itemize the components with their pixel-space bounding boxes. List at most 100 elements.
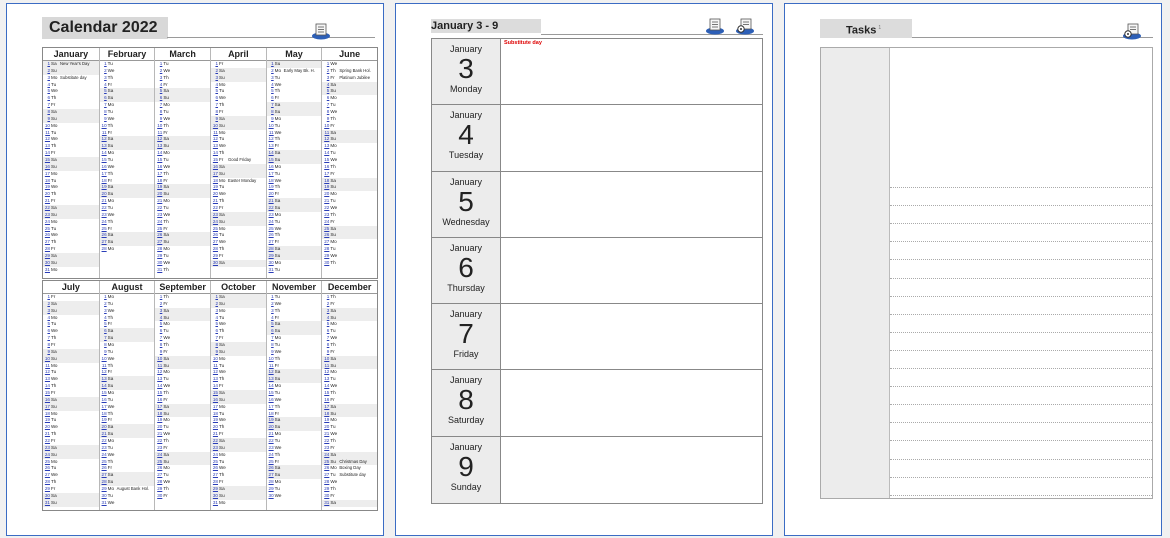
day-number[interactable]: 26 [100,232,107,239]
day-number[interactable]: 23 [43,212,50,219]
day-number[interactable]: 16 [43,164,50,171]
day-number[interactable]: 21 [43,198,50,205]
day-row[interactable]: 9Mo [267,116,322,123]
day-number[interactable]: 9 [267,116,274,123]
day-number[interactable]: 29 [211,486,218,493]
day-number[interactable]: 15 [155,390,162,397]
day-number[interactable]: 2 [211,301,218,308]
day-number[interactable]: 17 [267,404,274,411]
day-row[interactable]: 27Th [43,239,99,246]
day-number[interactable]: 1 [100,294,107,301]
day-number[interactable]: 16 [43,397,50,404]
task-line[interactable] [890,494,1152,496]
day-row[interactable]: 2Mo Early May Bk. H. [267,68,322,75]
day-row[interactable]: 16We [267,397,322,404]
day-row[interactable]: 15We [322,157,377,164]
day-number[interactable]: 1 [322,61,330,68]
day-row[interactable]: 9We [267,349,322,356]
day-row[interactable]: 23Mo [267,212,322,219]
day-number[interactable]: 27 [211,239,218,246]
day-row[interactable]: 31Su [43,499,99,507]
day-number[interactable]: 30 [322,493,329,500]
day-number[interactable]: 4 [100,82,107,89]
day-number[interactable]: 9 [43,349,50,356]
day-number[interactable]: 17 [100,404,107,411]
day-row[interactable]: 15Th [322,390,377,397]
day-number[interactable]: 14 [211,383,218,390]
day-row[interactable]: 9Tu [100,349,155,356]
day-number[interactable]: 12 [43,369,50,376]
day-row[interactable]: 12Su [322,136,377,144]
day-number[interactable]: 10 [322,123,329,130]
day-number[interactable]: 25 [43,459,50,466]
day-number[interactable]: 9 [100,349,107,356]
day-number[interactable]: 8 [267,109,274,116]
day-row[interactable]: 12Mo [322,369,377,376]
day-number[interactable]: 15 [155,157,162,164]
day-row[interactable]: 13We [211,143,266,150]
day-row[interactable]: 11Tu [211,363,266,370]
day-number[interactable]: 12 [100,136,107,143]
day-number[interactable]: 12 [211,369,218,376]
day-number[interactable]: 30 [43,260,50,267]
day-number[interactable]: 7 [267,102,274,109]
task-line[interactable] [890,223,1152,225]
day-number[interactable]: 10 [100,123,107,130]
day-row[interactable]: 26Mo [155,465,210,472]
day-number[interactable]: 5 [267,88,274,95]
day-number[interactable]: 23 [322,212,329,219]
day-row[interactable]: 6Th [43,95,99,102]
day-number[interactable]: 26 [43,232,50,239]
day-number[interactable]: 3 [322,308,330,315]
day-row[interactable]: 11Sa [322,129,377,137]
day-row[interactable]: 28Sa [266,246,322,254]
day-number[interactable]: 15 [100,157,107,164]
day-row[interactable]: 21Mo [100,198,155,205]
day-row[interactable]: 7We [155,335,210,342]
day-number[interactable]: 16 [211,164,218,171]
day-row[interactable]: 21Fr [43,198,99,205]
day-row[interactable]: 9Su [43,115,99,123]
day-number[interactable]: 9 [43,116,50,123]
day-row[interactable]: 1Th [155,294,210,301]
day-row[interactable]: 8Th [155,342,210,349]
day-row[interactable]: 18Sa [322,177,377,185]
day-number[interactable]: 14 [43,383,50,390]
day-row[interactable]: 12Fr [100,369,155,376]
day-number[interactable]: 4 [211,82,218,89]
day-number[interactable]: 19 [155,184,162,191]
day-row[interactable]: 27Su [155,239,210,247]
day-number[interactable]: 3 [211,308,218,315]
day-row[interactable]: 29Su [266,253,322,260]
day-number[interactable]: 25 [43,226,50,233]
day-number[interactable]: 4 [267,82,274,89]
day-number[interactable]: 29 [43,253,50,260]
day-number[interactable]: 22 [211,438,218,445]
day-number[interactable]: 9 [100,116,107,123]
day-row[interactable]: 7Th [43,335,99,342]
day-number[interactable]: 19 [267,184,274,191]
day-number[interactable]: 7 [267,335,274,342]
day-number[interactable]: 24 [100,452,107,459]
day-number[interactable]: 14 [43,150,50,157]
day-row[interactable]: 9We [100,116,155,123]
day-number[interactable]: 7 [100,102,107,109]
day-row[interactable]: 25Th [100,459,155,466]
day-number[interactable]: 10 [211,123,218,130]
day-number[interactable]: 2 [100,301,107,308]
day-row[interactable]: 8Sa [43,109,99,116]
day-row[interactable]: 4Sa [322,81,377,89]
day-row[interactable]: 19Su [322,184,377,192]
day-number[interactable]: 8 [43,109,50,116]
day-row[interactable]: 25Fr [155,226,210,233]
day-number[interactable]: 7 [155,335,163,342]
day-row[interactable]: 25Su [155,458,210,466]
day-row[interactable]: 29Tu [155,253,210,260]
day-row[interactable]: 2Tu [100,301,155,308]
day-number[interactable]: 27 [267,472,274,479]
day-row[interactable]: 19We [211,417,266,424]
day-number[interactable]: 21 [267,431,274,438]
day-row[interactable]: 5Sa [99,88,155,96]
day-row[interactable]: 4Su [155,314,210,322]
day-number[interactable]: 21 [211,431,218,438]
